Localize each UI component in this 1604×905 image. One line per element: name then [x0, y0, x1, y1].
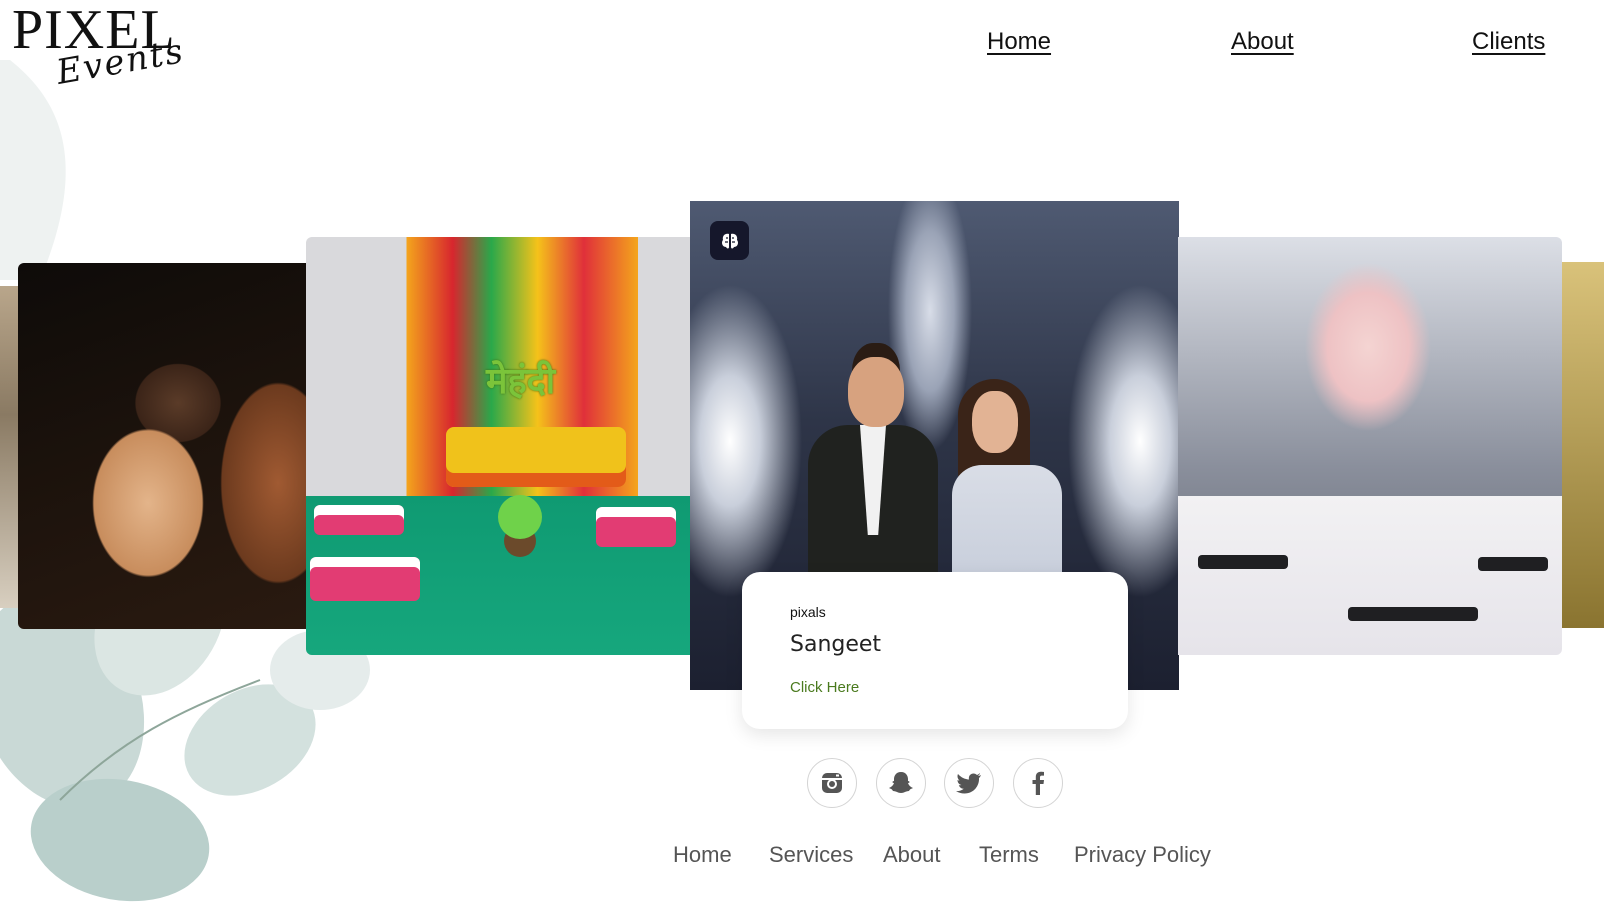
carousel-slide-reception[interactable]	[1178, 237, 1562, 655]
nav-about-link[interactable]: About	[1231, 28, 1294, 56]
footer-privacy-link[interactable]: Privacy Policy	[1074, 842, 1211, 868]
carousel-slide-partial-left[interactable]	[0, 286, 20, 608]
table-napkin	[1198, 555, 1288, 569]
instagram-icon[interactable]	[807, 758, 857, 808]
carousel-slide-haldi[interactable]	[18, 263, 308, 629]
mehendi-sign: मेहंदी	[486, 361, 556, 402]
slide-info-card: pixals Sangeet Click Here	[742, 572, 1128, 729]
twitter-icon[interactable]	[944, 758, 994, 808]
footer-services-link[interactable]: Services	[769, 842, 853, 868]
mehendi-seat	[446, 427, 626, 487]
snapchat-icon[interactable]	[876, 758, 926, 808]
foliage-decoration-top	[0, 60, 66, 280]
table-napkin	[1478, 557, 1548, 571]
footer-terms-link[interactable]: Terms	[979, 842, 1039, 868]
carousel-slide-partial-right[interactable]	[1562, 262, 1604, 628]
nav-clients-link[interactable]: Clients	[1472, 28, 1545, 56]
logo[interactable]: PIXEL Events	[12, 2, 234, 93]
slide-title: Sangeet	[790, 632, 882, 657]
table-napkin	[1348, 607, 1478, 621]
footer-home-link[interactable]: Home	[673, 842, 732, 868]
slide-tag: pixals	[790, 604, 826, 620]
floor-cushion	[310, 557, 420, 601]
slide-click-link[interactable]: Click Here	[790, 679, 859, 696]
facebook-icon[interactable]	[1013, 758, 1063, 808]
brain-icon[interactable]	[710, 221, 749, 260]
decor-pot	[498, 495, 542, 539]
floor-cushion	[596, 507, 676, 547]
footer-about-link[interactable]: About	[883, 842, 941, 868]
carousel-slide-mehendi[interactable]: मेहंदी	[306, 237, 692, 655]
floor-cushion	[314, 505, 404, 535]
nav-home-link[interactable]: Home	[987, 28, 1051, 56]
